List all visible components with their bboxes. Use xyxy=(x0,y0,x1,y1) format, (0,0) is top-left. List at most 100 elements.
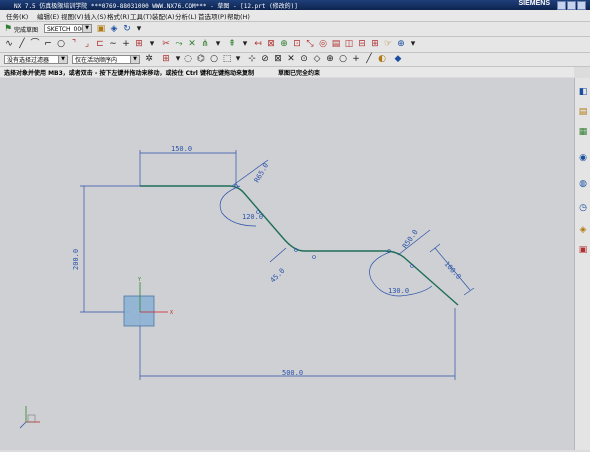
menu-insert[interactable]: 插入(S) xyxy=(84,11,106,21)
general-selection-icon[interactable]: ✲ xyxy=(143,53,155,65)
auto-constraint-icon[interactable]: ⊕ xyxy=(278,38,290,50)
dim-r1[interactable]: R65.0 xyxy=(253,162,270,184)
dim-total-length[interactable]: 500.0 xyxy=(282,369,303,377)
alternate-solution-icon[interactable]: ◫ xyxy=(343,38,355,50)
selection-scope-value: 仅在活动顺序内 xyxy=(75,57,118,64)
quick-trim-icon[interactable]: ✂ xyxy=(160,38,172,50)
sketch-style-icon[interactable]: ⊕ xyxy=(395,38,407,50)
menu-task[interactable]: 任务(K) xyxy=(6,11,28,21)
menu-preferences[interactable]: 首选项(P) xyxy=(198,11,227,21)
plus-point-icon[interactable]: + xyxy=(350,53,362,65)
deselect-icon[interactable]: ○ xyxy=(208,53,220,65)
menu-analysis[interactable]: 分析(L) xyxy=(175,11,197,21)
selection-scope-select[interactable]: 仅在活动顺序内 ▼ xyxy=(72,55,140,64)
dimension-icon[interactable]: ↤ xyxy=(252,38,264,50)
rectangle-icon[interactable]: ⊏ xyxy=(94,38,106,50)
create-inferred-icon[interactable]: ⊞ xyxy=(369,38,381,50)
menu-format[interactable]: 格式(R) xyxy=(107,11,130,21)
more-select-icon[interactable]: ▾ xyxy=(232,53,244,65)
dim-end-length[interactable]: 100.0 xyxy=(443,260,463,281)
window-title: NX 7.5 仿真极限培训学院 ***0769-88031000 WWW.NX7… xyxy=(14,3,298,10)
finish-sketch-icon[interactable]: ⚑ xyxy=(2,23,14,35)
solid-body-icon[interactable]: ◆ xyxy=(392,53,404,65)
dim-angle1[interactable]: 120.0 xyxy=(242,213,263,221)
maximize-button[interactable] xyxy=(567,1,576,10)
intersection-icon[interactable]: ✕ xyxy=(285,53,297,65)
animate-dimension-icon[interactable]: ☞ xyxy=(382,38,394,50)
more-constraint-icon[interactable]: ▾ xyxy=(407,38,419,50)
orient-to-sketch-icon[interactable]: ▣ xyxy=(95,23,107,35)
orient-to-model-icon[interactable]: ◈ xyxy=(108,23,120,35)
inferred-constraints-icon[interactable]: ⊟ xyxy=(356,38,368,50)
point-on-curve-icon[interactable]: ○ xyxy=(337,53,349,65)
selection-intent-icon[interactable]: ◌ xyxy=(182,53,194,65)
dim-top-length[interactable]: 150.0 xyxy=(171,145,192,153)
profile-icon[interactable]: ∿ xyxy=(3,38,15,50)
menu-edit[interactable]: 编辑(E) xyxy=(37,11,59,21)
chevron-down-icon[interactable]: ▼ xyxy=(130,56,139,63)
menu-help[interactable]: 帮助(H) xyxy=(227,11,250,21)
arc-icon[interactable]: ⌒ xyxy=(29,38,41,50)
dim-angle2[interactable]: 130.0 xyxy=(388,287,409,295)
chevron-down-icon[interactable]: ▼ xyxy=(58,56,67,63)
offset-curve-icon[interactable]: ⊞ xyxy=(133,38,145,50)
finish-sketch-label[interactable]: 完成草图 xyxy=(14,25,38,34)
tangent-point-icon[interactable]: ◐ xyxy=(376,53,388,65)
type-filter-select[interactable]: 没有选择过滤器 ▼ xyxy=(4,55,68,64)
menu-tools[interactable]: 工具(T) xyxy=(130,11,152,21)
spline-icon[interactable]: ∼ xyxy=(107,38,119,50)
convert-reference-icon[interactable]: ▤ xyxy=(330,38,342,50)
more-project-icon[interactable]: ▾ xyxy=(239,38,251,50)
project-curve-icon[interactable]: ⇞ xyxy=(226,38,238,50)
arc-center-icon[interactable]: ⊙ xyxy=(298,53,310,65)
system-materials-icon[interactable]: ◈ xyxy=(577,224,589,236)
auto-dimension-icon[interactable]: ⤡ xyxy=(304,38,316,50)
minimize-button[interactable] xyxy=(557,1,566,10)
palette-icon[interactable]: ▣ xyxy=(577,244,589,256)
reattach-icon[interactable]: ↻ xyxy=(121,23,133,35)
dimension-labels: 150.0 500.0 200.0 R65.0 120.0 45.0 R50.0… xyxy=(72,145,463,377)
snap-point-icon[interactable]: ⊞ xyxy=(160,53,172,65)
assembly-navigator-icon[interactable]: ▦ xyxy=(577,126,589,138)
sketch-name-select[interactable]: SKETCH_000 ▼ xyxy=(44,24,92,33)
mid-point-icon[interactable]: ⊘ xyxy=(259,53,271,65)
more-options-icon[interactable]: ▾ xyxy=(133,23,145,35)
more-curve-icon[interactable]: ▾ xyxy=(212,38,224,50)
existing-point-icon[interactable]: ⊕ xyxy=(324,53,336,65)
cue-prompt: 选择对象并使用 MB3，或者双击 - 按下左键并拖动来移动，或按住 Ctrl 键… xyxy=(4,70,254,77)
derived-lines-icon[interactable]: ⋔ xyxy=(199,38,211,50)
pattern-icon[interactable]: ▾ xyxy=(146,38,158,50)
relations-icon[interactable]: ◎ xyxy=(317,38,329,50)
history-icon[interactable]: ◷ xyxy=(577,202,589,214)
fillet-icon[interactable]: ⌝ xyxy=(68,38,80,50)
dim-chamfer-angle[interactable]: 45.0 xyxy=(269,267,287,285)
sketch-drawing: 150.0 500.0 200.0 R65.0 120.0 45.0 R50.0… xyxy=(19,145,475,429)
dim-height[interactable]: 200.0 xyxy=(72,249,80,270)
quadrant-point-icon[interactable]: ◇ xyxy=(311,53,323,65)
type-filter-value: 没有选择过滤器 xyxy=(7,57,50,64)
resource-bar-icon[interactable]: ◧ xyxy=(577,86,589,98)
chevron-down-icon[interactable]: ▼ xyxy=(82,25,91,32)
close-button[interactable] xyxy=(577,1,586,10)
end-point-icon[interactable]: ⊹ xyxy=(246,53,258,65)
show-constraints-icon[interactable]: ⊡ xyxy=(291,38,303,50)
web-browser-icon[interactable]: ◍ xyxy=(577,178,589,190)
polyline-icon[interactable]: ⌐ xyxy=(42,38,54,50)
roles-icon[interactable]: ◉ xyxy=(577,152,589,164)
ray-icon[interactable]: ⌬ xyxy=(195,53,207,65)
control-point-icon[interactable]: ⊠ xyxy=(272,53,284,65)
circle-icon[interactable]: ○ xyxy=(55,38,67,50)
dim-r2[interactable]: R50.0 xyxy=(401,228,420,250)
geometric-constraint-icon[interactable]: ⊠ xyxy=(265,38,277,50)
menu-view[interactable]: 视图(V) xyxy=(61,11,84,21)
part-navigator-icon[interactable]: ▤ xyxy=(577,106,589,118)
line-icon[interactable]: ╱ xyxy=(16,38,28,50)
quick-extend-icon[interactable]: ⤳ xyxy=(173,38,185,50)
line-point-icon[interactable]: ╱ xyxy=(363,53,375,65)
point-icon[interactable]: + xyxy=(120,38,132,50)
make-corner-icon[interactable]: ✕ xyxy=(186,38,198,50)
chamfer-icon[interactable]: ⌟ xyxy=(81,38,93,50)
menu-assembly[interactable]: 装配(A) xyxy=(152,11,175,21)
graphics-window[interactable]: 150.0 500.0 200.0 R65.0 120.0 45.0 R50.0… xyxy=(0,78,574,450)
sketch-datum-csys[interactable]: X Y xyxy=(123,277,173,327)
